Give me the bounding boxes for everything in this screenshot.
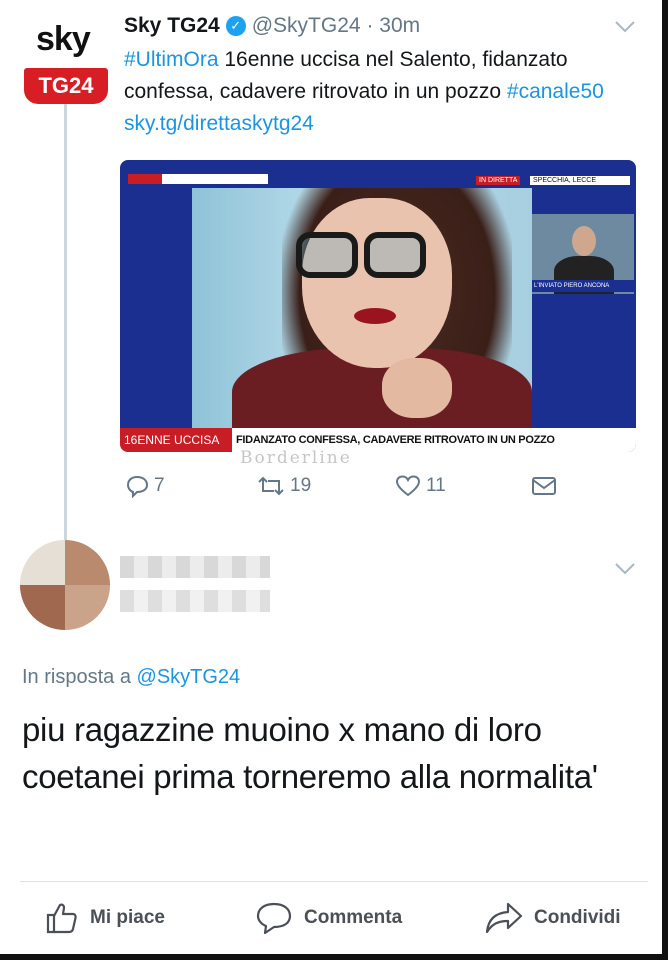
- retweet-icon: [258, 476, 284, 496]
- sky-tg24-avatar[interactable]: sky TG24: [22, 14, 108, 104]
- lower-third: 16ENNE UCCISA FIDANZATO CONFESSA, CADAVE…: [120, 428, 636, 452]
- tweet-text: #UltimOra 16enne uccisa nel Salento, fid…: [124, 44, 644, 140]
- author-name[interactable]: Sky TG24: [124, 14, 220, 37]
- blurred-author-name: [120, 556, 270, 578]
- chevron-down-icon[interactable]: [614, 20, 636, 34]
- hashtag-canale50[interactable]: #canale50: [507, 80, 604, 103]
- reply-text: piu ragazzine muoino x mano di loro coet…: [22, 711, 598, 795]
- screen-edge: [0, 954, 668, 960]
- comment-button-label: Commenta: [304, 907, 403, 928]
- retweet-action[interactable]: 19: [256, 474, 311, 498]
- envelope-icon: [532, 477, 556, 495]
- share-icon: [485, 902, 523, 934]
- share-button[interactable]: Condividi: [484, 900, 621, 936]
- screen-edge: [662, 0, 668, 960]
- tweet-media-image[interactable]: IN DIRETTA SPECCHIA, LECCE L'INVIATO PIE…: [120, 160, 636, 452]
- tv-logo-block: [128, 174, 162, 184]
- like-count: 11: [426, 475, 446, 496]
- lower-third-tag: 16ENNE UCCISA: [120, 428, 232, 452]
- share-button-label: Condividi: [534, 907, 621, 928]
- in-reply-to-prefix: In risposta a: [22, 666, 131, 688]
- like-button-label: Mi piace: [90, 907, 165, 928]
- in-reply-to-handle[interactable]: @SkyTG24: [137, 666, 241, 688]
- time-separator: ·: [366, 14, 374, 37]
- heart-icon: [395, 475, 421, 497]
- retweet-count: 19: [290, 475, 312, 496]
- thumbs-up-icon: [46, 903, 77, 934]
- like-button[interactable]: Mi piace: [44, 900, 165, 936]
- watermark-text: Borderline: [240, 448, 352, 468]
- tweet-timestamp[interactable]: 30m: [379, 14, 420, 37]
- reply-count: 7: [154, 475, 165, 496]
- author-handle[interactable]: @SkyTG24: [252, 14, 361, 37]
- reply-icon: [126, 475, 149, 498]
- comment-icon: [256, 902, 292, 935]
- blurred-author-handle: [120, 590, 270, 612]
- dm-action[interactable]: [530, 474, 558, 498]
- facebook-action-bar: Mi piace Commenta Condividi: [0, 882, 668, 956]
- victim-photo: [192, 188, 532, 452]
- reply-action[interactable]: 7: [124, 474, 165, 498]
- thread-line: [64, 104, 67, 540]
- tweet-header: Sky TG24 ✓ @SkyTG24 · 30m: [124, 14, 420, 38]
- hashtag-ultimora[interactable]: #UltimOra: [124, 48, 219, 71]
- tweet-link[interactable]: sky.tg/direttaskytg24: [124, 112, 314, 135]
- live-location: SPECCHIA, LECCE: [530, 176, 630, 185]
- comment-button[interactable]: Commenta: [254, 900, 402, 936]
- in-reply-to: In risposta a @SkyTG24: [22, 666, 240, 689]
- reply-avatar[interactable]: [20, 540, 110, 630]
- like-action[interactable]: 11: [394, 474, 446, 498]
- chevron-down-icon[interactable]: [614, 562, 636, 576]
- live-tag: IN DIRETTA: [476, 176, 521, 185]
- verified-badge-icon: ✓: [225, 16, 246, 36]
- reporter-caption: L'INVIATO PIERO ANCONA: [532, 280, 634, 292]
- avatar-logo-bottom: TG24: [24, 68, 108, 104]
- avatar-logo-top: sky: [36, 20, 91, 58]
